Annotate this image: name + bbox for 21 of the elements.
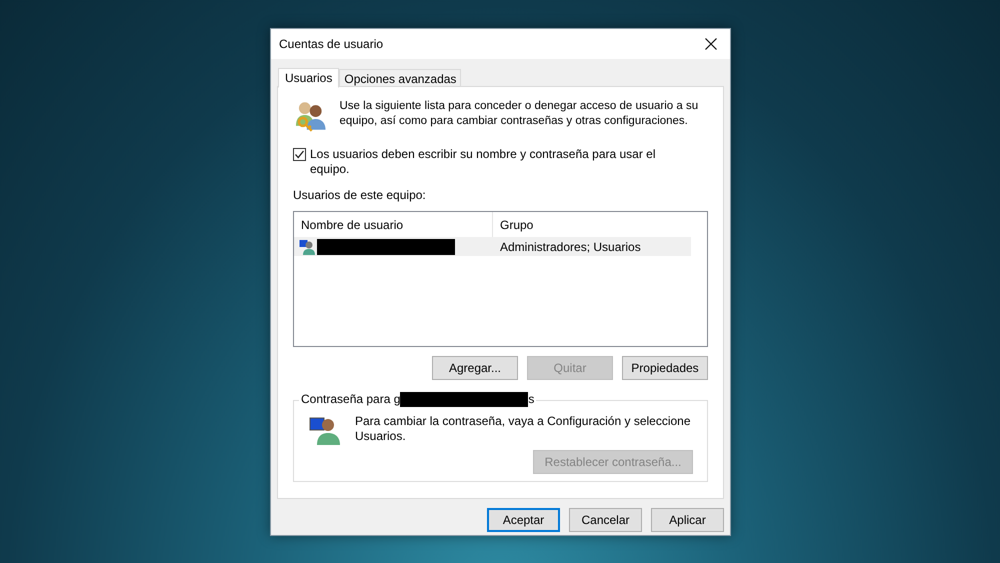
group-legend: s xyxy=(528,392,534,407)
group-legend: Contraseña para g xyxy=(301,392,400,407)
users-list-label: Usuarios de este equipo: xyxy=(293,187,427,204)
action-button[interactable]: Propiedades xyxy=(622,356,708,380)
action-button[interactable]: Cancelar xyxy=(569,508,642,532)
window-title: Cuentas de usuario xyxy=(279,36,384,53)
user-monitor-icon xyxy=(299,238,315,254)
group-cell-text: Administradores; Usuarios xyxy=(499,238,642,256)
user-row[interactable]: Administradores; Usuarios xyxy=(294,237,691,256)
close-icon xyxy=(705,38,717,50)
tab[interactable]: Opciones avanzadas xyxy=(339,69,462,87)
users-key-icon xyxy=(294,100,328,134)
require-login-checkbox[interactable]: Los usuarios deben escribir su nombre y contraseña para usar el equipo. xyxy=(293,147,673,177)
checkbox-box[interactable] xyxy=(293,148,306,161)
column-header[interactable]: Grupo xyxy=(493,212,691,237)
intro-text: Use la siguiente lista para conceder o denegar acceso de usuario a su equipo, así como para cambiar contraseñas y otras configuraciones. xyxy=(340,99,700,129)
password-message: Para cambiar la contraseña, vaya a Configuración y seleccione Usuarios. xyxy=(355,414,692,445)
action-button[interactable]: Aceptar xyxy=(487,508,560,532)
tab[interactable]: Usuarios xyxy=(278,68,340,88)
action-button[interactable]: Agregar... xyxy=(432,356,518,380)
action-button[interactable]: Aplicar xyxy=(651,508,724,532)
